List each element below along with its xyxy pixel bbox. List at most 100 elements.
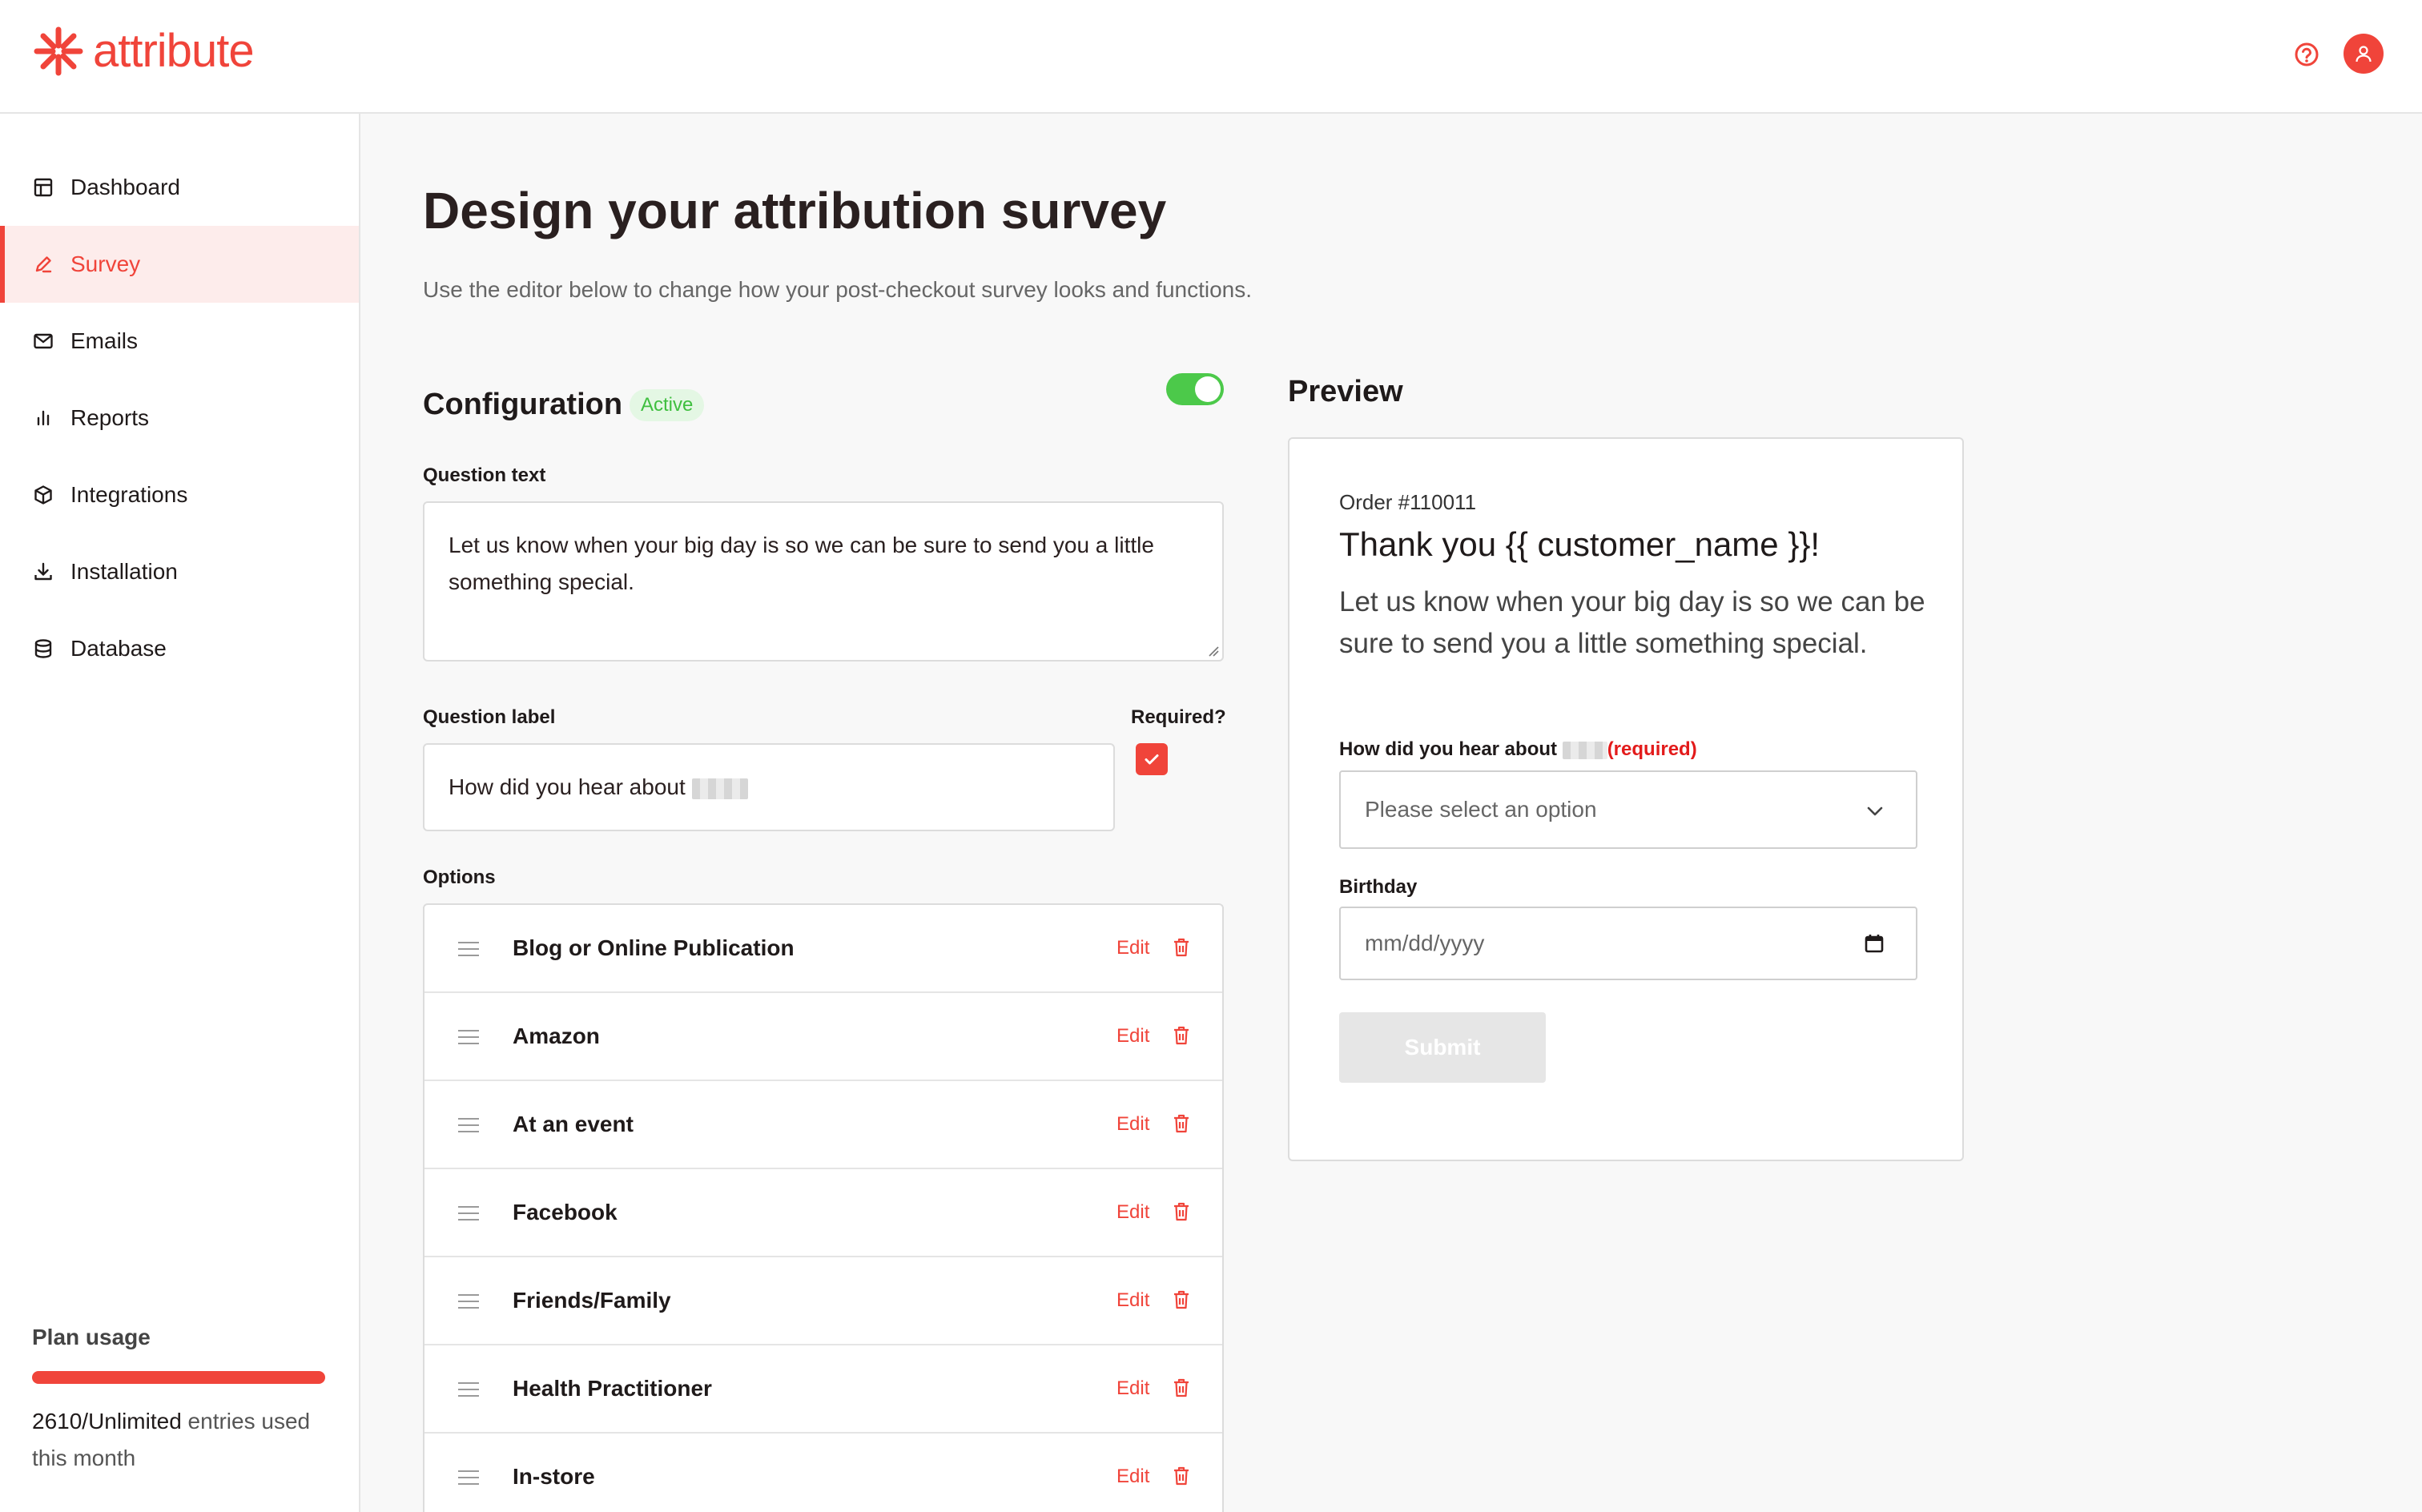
preview-order-number: Order #110011: [1339, 490, 1477, 514]
user-icon: [2356, 46, 2372, 62]
plan-usage-bar: [32, 1371, 325, 1384]
date-placeholder: mm/dd/yyyy: [1365, 931, 1485, 955]
edit-option-button[interactable]: Edit: [1116, 1025, 1149, 1048]
database-icon: [34, 639, 52, 658]
trash-icon[interactable]: [1169, 1376, 1193, 1400]
option-label: Friends/Family: [513, 1288, 671, 1313]
sidebar-nav: Dashboard Survey Emails Reports Integrat…: [0, 149, 359, 687]
preview-question: Let us know when your big day is so we c…: [1339, 586, 1925, 659]
trash-icon[interactable]: [1169, 1288, 1193, 1312]
drag-handle-icon[interactable]: [458, 1118, 479, 1132]
edit-option-button[interactable]: Edit: [1116, 937, 1149, 959]
option-label: Health Practitioner: [513, 1376, 712, 1401]
redacted-brand-name: [1562, 741, 1607, 759]
redacted-brand-name: [691, 778, 748, 799]
pencil-icon: [35, 256, 52, 273]
question-label-value: How did you hear about: [449, 774, 686, 799]
logo-text: attribute: [93, 25, 255, 77]
trash-icon[interactable]: [1169, 1200, 1193, 1224]
toggle-knob: [1195, 376, 1221, 402]
option-row[interactable]: Friends/Family Edit: [424, 1257, 1222, 1345]
sidebar: Dashboard Survey Emails Reports Integrat…: [0, 114, 360, 1512]
preview-label-text: How did you hear about: [1339, 738, 1558, 760]
check-icon: [1145, 754, 1159, 765]
plan-usage-text: 2610/Unlimited entries used this month: [32, 1403, 328, 1477]
question-label-label: Question label: [423, 706, 556, 728]
option-row[interactable]: In-store Edit: [424, 1434, 1222, 1512]
layout-icon: [34, 178, 53, 197]
question-text-input[interactable]: Let us know when your big day is so we c…: [423, 501, 1224, 662]
sidebar-item-installation[interactable]: Installation: [0, 533, 359, 610]
question-text-label: Question text: [423, 464, 546, 486]
sidebar-item-reports[interactable]: Reports: [0, 380, 359, 456]
option-label: Facebook: [513, 1200, 618, 1224]
preview-birthday-input[interactable]: mm/dd/yyyy: [1339, 907, 1917, 980]
sidebar-item-label: Emails: [70, 328, 139, 353]
sidebar-item-label: Database: [70, 636, 167, 661]
edit-option-button[interactable]: Edit: [1116, 1289, 1149, 1312]
plan-usage-count: 2610/Unlimited: [32, 1409, 182, 1434]
preview-submit-button[interactable]: Submit: [1339, 1012, 1546, 1083]
resize-handle-icon[interactable]: [1208, 645, 1219, 657]
sidebar-item-dashboard[interactable]: Dashboard: [0, 149, 359, 226]
sidebar-item-label: Reports: [70, 405, 150, 430]
page-subtitle: Use the editor below to change how your …: [423, 277, 1253, 302]
sidebar-item-integrations[interactable]: Integrations: [0, 456, 359, 533]
configuration-title: Configuration: [423, 388, 623, 421]
option-row[interactable]: Amazon Edit: [424, 993, 1222, 1081]
select-placeholder: Please select an option: [1365, 797, 1597, 822]
bar-chart-icon: [37, 410, 50, 426]
trash-icon[interactable]: [1169, 1112, 1193, 1136]
sidebar-item-emails[interactable]: Emails: [0, 303, 359, 380]
logo[interactable]: attribute: [32, 24, 255, 78]
package-icon: [34, 485, 52, 505]
mail-icon: [34, 333, 53, 349]
drag-handle-icon[interactable]: [458, 942, 479, 956]
asterisk-logo-icon: [34, 26, 83, 76]
preview-birthday-label: Birthday: [1339, 876, 1418, 898]
required-label: Required?: [1131, 706, 1226, 728]
question-label-input[interactable]: How did you hear about: [423, 743, 1115, 831]
option-row[interactable]: At an event Edit: [424, 1081, 1222, 1169]
drag-handle-icon[interactable]: [458, 1030, 479, 1044]
sidebar-item-database[interactable]: Database: [0, 610, 359, 687]
status-badge: Active: [630, 389, 705, 421]
edit-option-button[interactable]: Edit: [1116, 1377, 1149, 1400]
user-avatar-button[interactable]: [2344, 34, 2384, 74]
drag-handle-icon[interactable]: [458, 1206, 479, 1220]
drag-handle-icon[interactable]: [458, 1382, 479, 1397]
sidebar-item-label: Integrations: [70, 482, 188, 507]
sidebar-item-survey[interactable]: Survey: [0, 226, 359, 303]
sidebar-item-label: Dashboard: [70, 175, 180, 199]
calendar-icon[interactable]: [1863, 932, 1885, 955]
preview-title: Preview: [1288, 375, 1403, 408]
help-circle-icon[interactable]: [2291, 38, 2323, 70]
preview-card: Order #110011 Thank you {{ customer_name…: [1288, 437, 1964, 1161]
option-row[interactable]: Blog or Online Publication Edit: [424, 905, 1222, 993]
options-list: Blog or Online Publication Edit Amazon E…: [423, 903, 1224, 1512]
preview-option-select[interactable]: Please select an option: [1339, 770, 1917, 849]
preview-thank-you: Thank you {{ customer_name }}!: [1339, 525, 1821, 563]
survey-active-toggle[interactable]: [1166, 373, 1224, 405]
download-icon: [34, 562, 52, 581]
options-label: Options: [423, 867, 496, 888]
question-text-value: Let us know when your big day is so we c…: [449, 533, 1154, 594]
trash-icon[interactable]: [1169, 935, 1193, 959]
edit-option-button[interactable]: Edit: [1116, 1201, 1149, 1224]
option-label: Blog or Online Publication: [513, 935, 795, 960]
trash-icon[interactable]: [1169, 1464, 1193, 1488]
trash-icon[interactable]: [1169, 1023, 1193, 1048]
plan-usage: Plan usage 2610/Unlimited entries used t…: [32, 1325, 328, 1477]
option-row[interactable]: Health Practitioner Edit: [424, 1345, 1222, 1434]
option-label: Amazon: [513, 1023, 600, 1048]
chevron-down-icon: [1867, 806, 1883, 816]
option-row[interactable]: Facebook Edit: [424, 1169, 1222, 1257]
sidebar-item-label: Survey: [70, 251, 141, 276]
edit-option-button[interactable]: Edit: [1116, 1113, 1149, 1136]
page-title: Design your attribution survey: [423, 182, 1167, 239]
sidebar-item-label: Installation: [70, 559, 178, 584]
drag-handle-icon[interactable]: [458, 1294, 479, 1309]
required-checkbox[interactable]: [1136, 743, 1168, 775]
drag-handle-icon[interactable]: [458, 1470, 479, 1485]
edit-option-button[interactable]: Edit: [1116, 1466, 1149, 1488]
